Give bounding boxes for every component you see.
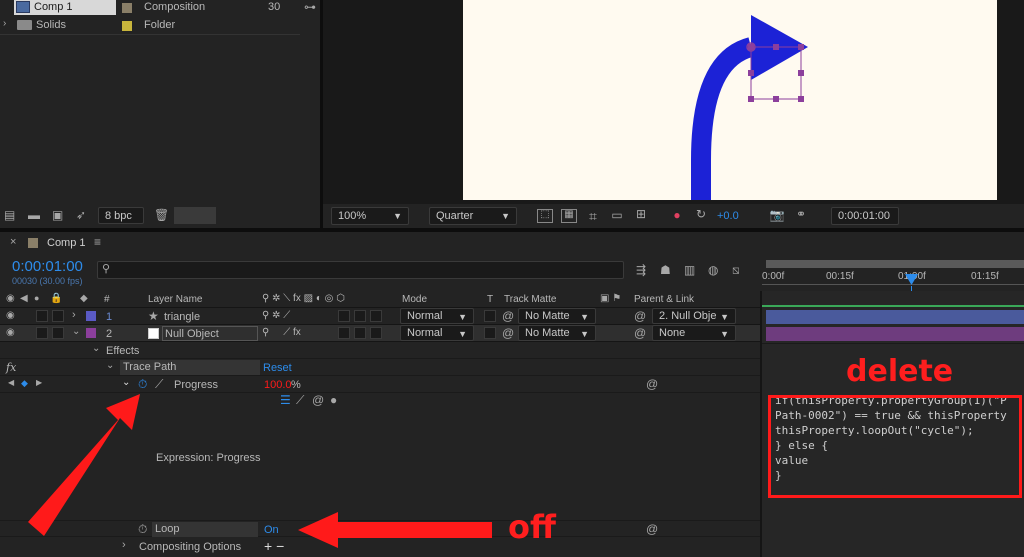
annotation-arrows	[28, 394, 492, 548]
arrow-to-loop	[298, 512, 492, 548]
arrow-to-stopwatch	[28, 394, 140, 536]
